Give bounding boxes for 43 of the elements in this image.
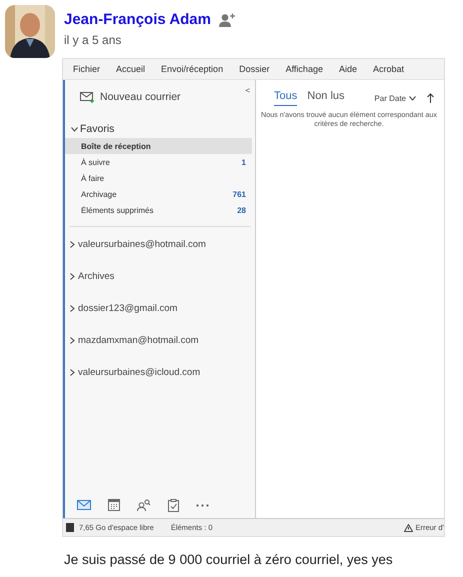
- menu-tab[interactable]: Dossier: [239, 64, 270, 74]
- filter-tab[interactable]: Tous: [274, 90, 298, 106]
- post-time: il y a 5 ans: [64, 33, 122, 47]
- menu-tab[interactable]: Fichier: [73, 64, 100, 74]
- comment-text: Je suis passé de 9 000 courriel à zéro courriel, yes yes: [64, 552, 393, 567]
- menu-tab[interactable]: Affichage: [286, 64, 323, 74]
- menu-tab[interactable]: Aide: [338, 64, 357, 74]
- collapse-button[interactable]: <: [245, 86, 250, 108]
- folder-item[interactable]: À faire: [65, 170, 252, 186]
- chevron-right-icon[interactable]: [70, 336, 75, 344]
- clipboard-check-icon[interactable]: [168, 498, 179, 512]
- more-icon[interactable]: [196, 504, 209, 506]
- new-mail-icon: [80, 92, 94, 102]
- people-icon[interactable]: [137, 499, 151, 511]
- account-folder[interactable]: Archives: [78, 270, 114, 282]
- menu-tab[interactable]: Accueil: [116, 64, 146, 74]
- chevron-down-icon[interactable]: [409, 96, 416, 100]
- chevron-down-icon[interactable]: [71, 126, 78, 132]
- new-mail-button[interactable]: Nouveau courrier: [80, 86, 181, 108]
- account-folder[interactable]: valeursurbaines@icloud.com: [78, 366, 200, 378]
- sort-dropdown[interactable]: Par Date: [374, 94, 406, 102]
- add-person-icon[interactable]: [219, 12, 236, 26]
- mail-icon[interactable]: [77, 500, 91, 510]
- folder-item[interactable]: Archivage 761: [65, 186, 252, 202]
- chevron-right-icon[interactable]: [70, 368, 75, 376]
- warning-icon: [404, 524, 414, 532]
- chevron-right-icon[interactable]: [70, 272, 75, 280]
- account-folder[interactable]: dossier123@gmail.com: [78, 302, 178, 314]
- folder-item[interactable]: À suivre 1: [65, 154, 252, 170]
- filter-tab[interactable]: Non lus: [307, 90, 345, 106]
- account-folder[interactable]: valeursurbaines@hotmail.com: [78, 238, 206, 250]
- folder-group-label[interactable]: Favoris: [80, 123, 114, 135]
- menu-tab[interactable]: Acrobat: [372, 64, 404, 74]
- author-name[interactable]: Jean-François Adam: [64, 11, 211, 28]
- sort-arrow-icon[interactable]: [427, 93, 434, 103]
- account-folder[interactable]: mazdamxman@hotmail.com: [78, 334, 199, 346]
- menu-tab[interactable]: Envoi/réception: [161, 64, 224, 74]
- chevron-right-icon[interactable]: [70, 304, 75, 312]
- folder-item[interactable]: Boîte de réception: [65, 138, 252, 154]
- calendar-icon[interactable]: [108, 499, 120, 511]
- folder-item[interactable]: Éléments supprimés 28: [65, 202, 252, 218]
- storage-icon: [66, 523, 74, 532]
- chevron-right-icon[interactable]: [70, 240, 75, 248]
